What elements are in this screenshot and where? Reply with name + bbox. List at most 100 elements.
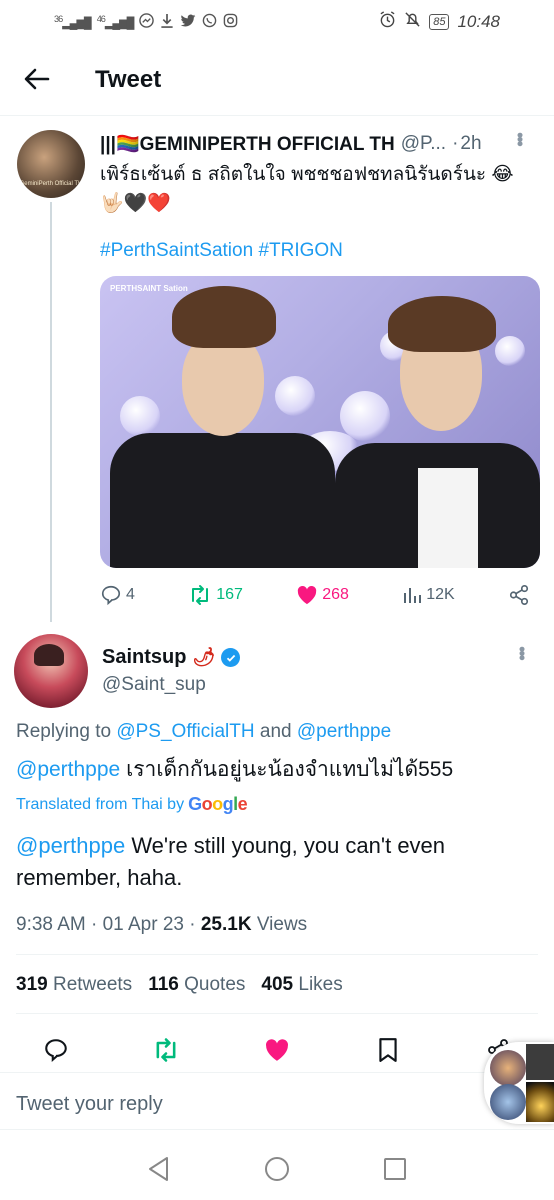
signal-icon-2: 46▂▄▆█: [96, 14, 135, 30]
reply-button[interactable]: 4: [100, 584, 135, 606]
engagement-stats: 319 Retweets 116 Quotes 405 Likes: [16, 974, 343, 996]
replying-and: and: [259, 721, 292, 742]
heart-icon: [266, 1039, 289, 1061]
translated-text: @perthppe We're still young, you can't e…: [16, 830, 536, 894]
bubble-avatar: [490, 1084, 526, 1120]
replying-user-link[interactable]: @perthppe: [297, 721, 391, 742]
views-button[interactable]: 12K: [402, 585, 455, 605]
retweet-count: 167: [216, 586, 243, 603]
parent-tweet[interactable]: GeminiPerth Official TH |||🏳️‍🌈GEMINIPER…: [0, 118, 554, 622]
signal-icon: 36▂▄▆█: [54, 14, 92, 30]
parent-avatar[interactable]: GeminiPerth Official TH: [17, 130, 85, 198]
share-button[interactable]: [508, 584, 530, 606]
share-icon: [509, 585, 529, 605]
bubble-thumb: [526, 1044, 554, 1080]
chili-emoji: 🌶: [192, 647, 216, 667]
nav-home-button[interactable]: [262, 1154, 292, 1184]
tweet-time: 9:38 AM: [16, 914, 86, 935]
battery-indicator: 85: [429, 14, 450, 30]
author-display-name[interactable]: Saintsup: [102, 646, 186, 669]
page-title: Tweet: [95, 66, 162, 93]
views-icon: [404, 588, 422, 603]
likes-stat[interactable]: 405 Likes: [261, 974, 342, 996]
replying-prefix: Replying to: [16, 721, 112, 742]
views-label: Views: [256, 914, 308, 935]
mention-link[interactable]: @perthppe: [16, 758, 120, 781]
views-count: 25.1K: [200, 914, 252, 935]
author-handle[interactable]: @Saint_sup: [102, 674, 206, 696]
divider: [16, 1013, 538, 1014]
thread-connector: [50, 202, 52, 622]
parent-timestamp: 2h: [460, 133, 482, 154]
instagram-icon: [223, 13, 238, 31]
clock: 10:48: [457, 12, 500, 31]
circle-home-icon: [265, 1157, 289, 1181]
parent-handle[interactable]: @P...: [401, 133, 446, 155]
main-tweet-actions: [0, 1028, 554, 1068]
mention-link[interactable]: @perthppe: [16, 833, 125, 858]
reply-count: 4: [126, 586, 135, 603]
retweet-button[interactable]: 167: [188, 584, 243, 606]
bubble-avatar: [490, 1050, 526, 1086]
lamp-decor: [495, 336, 525, 366]
system-nav-bar: [0, 1140, 554, 1200]
status-right-icons: 85 10:48: [379, 11, 500, 33]
like-button[interactable]: 268: [296, 585, 349, 605]
nav-back-button[interactable]: [144, 1154, 174, 1184]
lamp-decor: [120, 396, 160, 436]
replying-to: Replying to @PS_OfficialTH and @perthppe: [16, 721, 391, 743]
reply-button[interactable]: [42, 1036, 70, 1064]
parent-tweet-header: |||🏳️‍🌈GEMINIPERTH OFFICIAL TH @P... · 2…: [100, 132, 540, 156]
twitter-icon: [180, 14, 196, 31]
back-button[interactable]: [22, 64, 52, 94]
more-options-icon[interactable]: •••: [511, 646, 532, 659]
avatar-caption: GeminiPerth Official TH: [19, 181, 83, 187]
retweets-stat[interactable]: 319 Retweets: [16, 974, 132, 996]
reply-icon: [101, 585, 121, 606]
parent-tweet-text: เพิร์ธเซ้นต์ ธ สถิตในใจ พชชชอฟชทลนิรันดร…: [100, 164, 514, 214]
like-count: 268: [322, 586, 349, 603]
floating-chat-bubble[interactable]: [484, 1042, 554, 1124]
like-button[interactable]: [263, 1036, 291, 1064]
lamp-decor: [340, 391, 390, 441]
author-avatar[interactable]: [14, 634, 88, 708]
messenger-icon: [139, 13, 155, 31]
meta-dot: ·: [91, 914, 98, 935]
retweet-icon: [192, 585, 209, 605]
author-name-row[interactable]: Saintsup 🌶: [102, 646, 241, 669]
whatsapp-icon: [202, 13, 217, 31]
tweet-date: 01 Apr 23: [102, 914, 184, 935]
mute-icon: [404, 11, 421, 33]
media-watermark: PERTHSAINT Sation: [110, 284, 188, 293]
divider: [16, 954, 538, 955]
person-left-hair: [172, 286, 276, 348]
translated-label: Translated from Thai by: [16, 795, 185, 813]
person-right-hair: [388, 296, 496, 352]
parent-display-name[interactable]: |||🏳️‍🌈GEMINIPERTH OFFICIAL TH: [100, 132, 395, 156]
retweet-button[interactable]: [152, 1036, 180, 1064]
heart-icon: [297, 585, 317, 605]
bookmark-icon: [379, 1038, 397, 1062]
translation-attribution[interactable]: Translated from Thai by Google: [16, 794, 248, 815]
bubble-thumb: [526, 1082, 554, 1122]
parent-hashtags[interactable]: #PerthSaintSation #TRIGON: [100, 240, 343, 262]
download-icon: [160, 13, 174, 31]
replying-user-link[interactable]: @PS_OfficialTH: [116, 721, 254, 742]
nav-recents-button[interactable]: [380, 1154, 410, 1184]
quotes-stat[interactable]: 116 Quotes: [148, 974, 245, 996]
bookmark-button[interactable]: [374, 1036, 402, 1064]
more-options-icon[interactable]: •••: [509, 132, 530, 145]
separator-dot: ·: [452, 133, 459, 154]
reply-input[interactable]: Tweet your reply: [16, 1093, 163, 1116]
tweet-media-image[interactable]: PERTHSAINT Sation: [100, 276, 540, 568]
parent-tweet-actions: 4 167 268 12K: [100, 580, 530, 610]
meta-dot: ·: [189, 914, 196, 935]
person-left-jacket: [110, 433, 335, 568]
google-logo: Google: [188, 794, 248, 814]
views-count: 12K: [426, 586, 455, 603]
person-right-shirt: [418, 468, 478, 568]
lamp-decor: [275, 376, 315, 416]
reply-composer[interactable]: Tweet your reply: [0, 1072, 554, 1130]
alarm-icon: [379, 11, 396, 33]
tweet-text: @perthppe เราเด็กกันอยู่นะน้องจำแทบไม่ได…: [16, 753, 536, 786]
